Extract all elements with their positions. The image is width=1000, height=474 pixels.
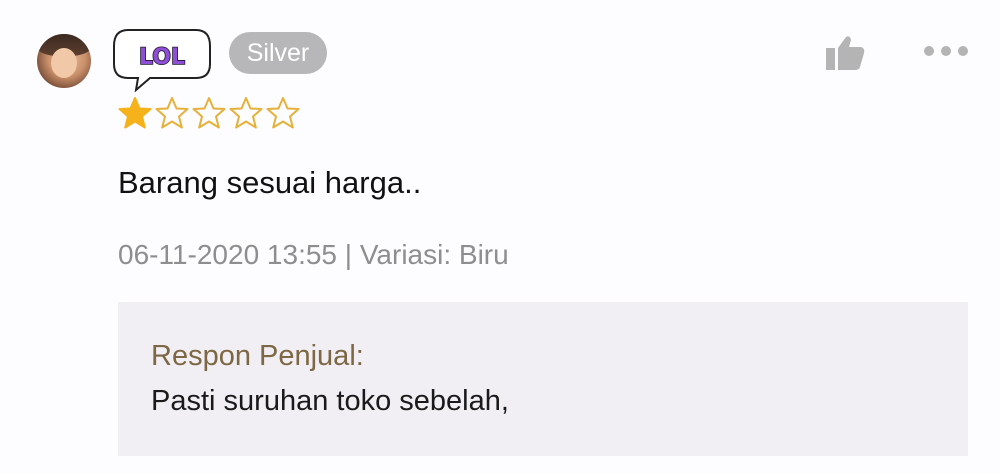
seller-response-label: Respon Penjual: [151, 340, 364, 372]
star-empty-icon [155, 97, 189, 129]
avatar[interactable] [37, 34, 91, 88]
review-meta: 06-11-2020 13:55 | Variasi: Biru [118, 239, 509, 270]
seller-response: Respon Penjual: Pasti suruhan toko sebel… [118, 302, 968, 456]
review-text: Barang sesuai harga.. [118, 165, 422, 200]
star-empty-icon [192, 97, 226, 129]
star-filled-icon [118, 97, 152, 129]
username-logo-text: LOL [139, 45, 185, 70]
star-empty-icon [229, 97, 263, 129]
rating-stars [118, 96, 300, 130]
avatar-face [51, 48, 77, 78]
seller-response-text: Pasti suruhan toko sebelah, [151, 385, 509, 417]
member-badge: Silver [229, 32, 327, 74]
star-empty-icon [266, 97, 300, 129]
like-icon[interactable] [824, 34, 866, 72]
more-icon[interactable] [922, 44, 970, 58]
username-logo[interactable]: LOL [110, 24, 214, 92]
